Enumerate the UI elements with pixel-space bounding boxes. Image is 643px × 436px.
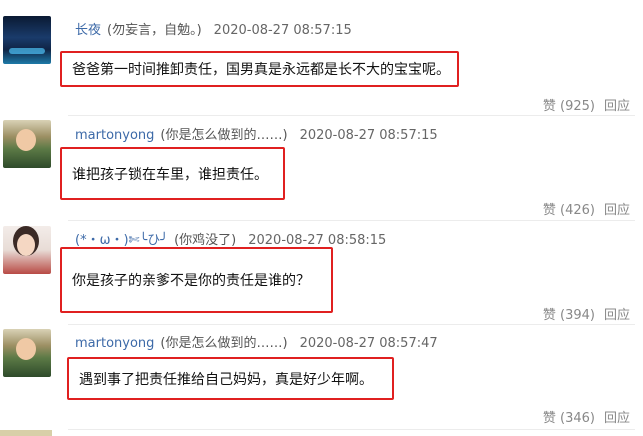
- comment-text: 谁把孩子锁在车里，谁担责任。: [60, 147, 285, 200]
- comment-time: 2020-08-27 08:57:47: [299, 336, 438, 351]
- next-avatar-edge: [0, 430, 52, 436]
- comment-actions: 赞 (426) 回应: [543, 199, 630, 218]
- comment-header: (*・ω・)✄╰ひ╯ (你鸡没了) 2020-08-27 08:58:15: [75, 229, 386, 248]
- comment-time: 2020-08-27 08:57:15: [299, 128, 438, 143]
- like-button[interactable]: 赞 (426): [543, 203, 595, 218]
- comment-text-value: 爸爸第一时间推卸责任，国男真是永远都是长不大的宝宝呢。: [72, 62, 450, 78]
- like-label: 赞: [542, 203, 556, 218]
- username-link[interactable]: martonyong: [75, 128, 154, 143]
- user-tagline: (你是怎么做到的……): [160, 128, 288, 143]
- divider: [68, 220, 635, 221]
- comment-actions: 赞 (925) 回应: [543, 95, 630, 114]
- like-button[interactable]: 赞 (346): [543, 411, 595, 426]
- reply-button[interactable]: 回应: [604, 203, 630, 218]
- comment-actions: 赞 (394) 回应: [543, 304, 630, 323]
- comment-text-value: 遇到事了把责任推给自己妈妈，真是好少年啊。: [79, 371, 373, 388]
- avatar[interactable]: [3, 16, 51, 64]
- user-tagline: (你是怎么做到的……): [160, 336, 288, 351]
- divider: [68, 324, 635, 325]
- avatar[interactable]: [3, 226, 51, 274]
- comment-actions: 赞 (346) 回应: [543, 407, 630, 426]
- comment-header: martonyong (你是怎么做到的……) 2020-08-27 08:57:15: [75, 124, 438, 143]
- divider: [68, 429, 635, 430]
- comment-header: martonyong (你是怎么做到的……) 2020-08-27 08:57:47: [75, 332, 438, 351]
- comment-text-value: 谁把孩子锁在车里，谁担责任。: [72, 166, 268, 183]
- comment-text: 爸爸第一时间推卸责任，国男真是永远都是长不大的宝宝呢。: [60, 51, 459, 87]
- like-label: 赞: [542, 411, 556, 426]
- comment-time: 2020-08-27 08:57:15: [213, 23, 352, 38]
- divider: [68, 115, 635, 116]
- reply-button[interactable]: 回应: [604, 99, 630, 114]
- comment-text: 你是孩子的亲爹不是你的责任是谁的？: [60, 247, 333, 313]
- comment-header: 长夜 (勿妄言，自勉。) 2020-08-27 08:57:15: [75, 19, 352, 38]
- avatar[interactable]: [3, 329, 51, 377]
- reply-button[interactable]: 回应: [604, 308, 630, 323]
- user-tagline: (勿妄言，自勉。): [107, 23, 202, 38]
- like-count: (394): [560, 308, 595, 323]
- like-label: 赞: [542, 99, 556, 114]
- avatar[interactable]: [3, 120, 51, 168]
- comment-text: 遇到事了把责任推给自己妈妈，真是好少年啊。: [67, 357, 394, 400]
- username-link[interactable]: (*・ω・)✄╰ひ╯: [75, 233, 168, 248]
- reply-button[interactable]: 回应: [604, 411, 630, 426]
- like-label: 赞: [542, 308, 556, 323]
- username-link[interactable]: martonyong: [75, 336, 154, 351]
- like-count: (925): [560, 99, 595, 114]
- username-link[interactable]: 长夜: [75, 23, 101, 38]
- user-tagline: (你鸡没了): [174, 233, 237, 248]
- like-count: (426): [560, 203, 595, 218]
- comment-text-value: 你是孩子的亲爹不是你的责任是谁的？: [72, 273, 310, 289]
- like-button[interactable]: 赞 (394): [543, 308, 595, 323]
- comment-time: 2020-08-27 08:58:15: [248, 233, 387, 248]
- like-button[interactable]: 赞 (925): [543, 99, 595, 114]
- like-count: (346): [560, 411, 595, 426]
